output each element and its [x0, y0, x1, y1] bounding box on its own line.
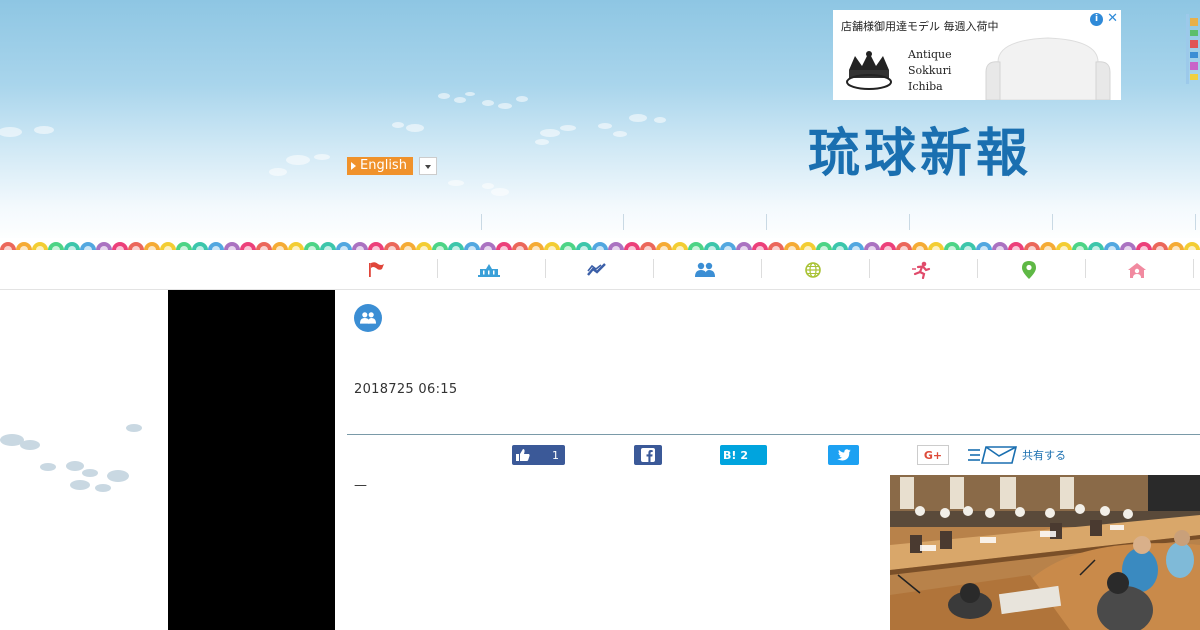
triangle-right-icon	[351, 162, 356, 170]
nav-item-world[interactable]	[759, 250, 867, 290]
nav-separator	[623, 214, 624, 230]
ad-info-icon[interactable]: i	[1090, 13, 1103, 26]
runner-icon	[912, 261, 931, 279]
hatena-bookmark-button[interactable]: B! 2	[720, 445, 767, 465]
fish-decoration-left	[0, 424, 142, 492]
people-icon	[695, 262, 715, 277]
ad-headline: 店舗様御用達モデル 毎週入荷中	[841, 20, 999, 33]
google-plus-button[interactable]: G+	[917, 445, 949, 465]
google-plus-icon: G+	[923, 448, 943, 462]
home-icon	[1128, 262, 1146, 278]
nav-separator	[1195, 214, 1196, 230]
chevron-down-icon[interactable]	[418, 157, 437, 175]
page: English 琉球新報 店舗様御用達モデル 毎週入荷中 i ✕ Antique…	[0, 0, 1200, 630]
nav-item-flag[interactable]	[322, 250, 430, 290]
share-mail-button[interactable]: 共有する	[968, 445, 1078, 465]
site-logo[interactable]: 琉球新報	[808, 124, 1032, 184]
chart-line-icon	[587, 263, 606, 276]
thumbs-up-icon	[516, 449, 530, 461]
assembly-icon	[478, 264, 500, 277]
flag-icon	[369, 262, 384, 277]
like-count: 1	[552, 448, 559, 462]
nav-divider	[1193, 259, 1194, 278]
people-icon	[360, 312, 376, 324]
english-label: English	[360, 158, 407, 173]
nav-item-society[interactable]	[651, 250, 759, 290]
english-button[interactable]: English	[347, 157, 413, 175]
nav-separator	[766, 214, 767, 230]
map-pin-icon	[1022, 261, 1036, 279]
facebook-icon	[641, 448, 655, 462]
twitter-share-button[interactable]	[828, 445, 859, 465]
header: English 琉球新報 店舗様御用達モデル 毎週入荷中 i ✕ Antique…	[0, 0, 1200, 243]
nav-item-local[interactable]	[975, 250, 1083, 290]
nav-item-politics[interactable]	[435, 250, 543, 290]
nav-item-sports[interactable]	[867, 250, 975, 290]
ad-brand: Antique Sokkuri Ichiba	[908, 47, 952, 95]
facebook-share-button[interactable]	[634, 445, 662, 465]
side-ad-strip	[1186, 14, 1198, 84]
decorative-pattern-band	[0, 238, 1200, 250]
nav-item-home[interactable]	[1083, 250, 1191, 290]
article-lead: —	[354, 478, 367, 493]
sidebar-video-block	[168, 290, 335, 630]
divider	[347, 434, 1200, 435]
nav-separator	[1052, 214, 1053, 230]
mail-icon	[968, 446, 1018, 464]
category-nav	[0, 250, 1200, 290]
chair-image	[985, 37, 1111, 100]
facebook-like-button[interactable]: 1	[512, 445, 565, 465]
article-date: 2018725 06:15	[354, 382, 458, 397]
crown-icon	[846, 51, 892, 90]
hatena-icon: B!	[723, 448, 737, 462]
nav-separator	[481, 214, 482, 230]
ad-brand-line: Ichiba	[908, 80, 943, 93]
hatena-count: 2	[740, 448, 749, 462]
ad-brand-line: Sokkuri	[908, 64, 952, 77]
twitter-icon	[837, 449, 851, 461]
language-selector: English	[347, 157, 437, 175]
advertisement[interactable]: 店舗様御用達モデル 毎週入荷中 i ✕ Antique Sokkuri Ichi…	[833, 10, 1121, 100]
ad-close-icon[interactable]: ✕	[1107, 11, 1118, 26]
nav-item-economy[interactable]	[543, 250, 651, 290]
nav-separator	[909, 214, 910, 230]
article-photo[interactable]	[890, 475, 1200, 630]
ad-brand-line: Antique	[908, 48, 952, 61]
share-label: 共有する	[1022, 449, 1066, 462]
category-badge[interactable]	[354, 304, 382, 332]
globe-icon	[805, 262, 821, 278]
